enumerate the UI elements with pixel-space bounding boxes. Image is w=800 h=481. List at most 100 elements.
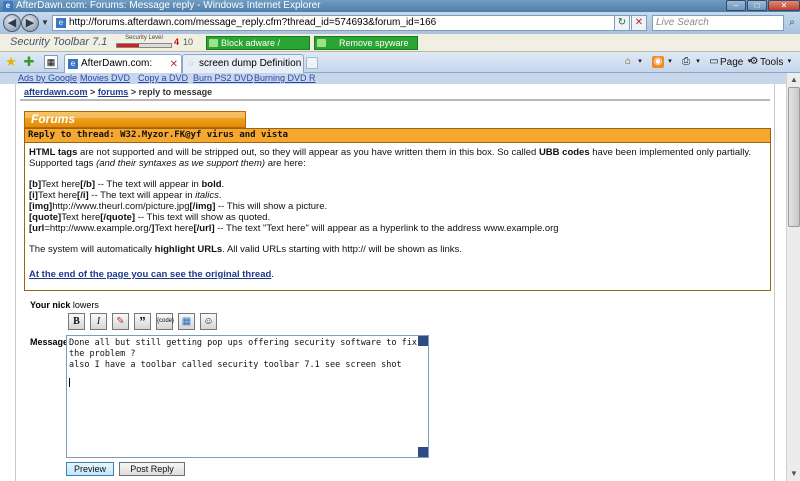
message-textarea[interactable]: Done all but still getting pop ups offer… <box>66 335 428 458</box>
breadcrumb-current: > reply to message <box>130 87 213 97</box>
page-viewport: Ads by Google Movies DVD Copy a DVD Burn… <box>0 73 786 481</box>
gear-icon: ⚙ <box>749 56 759 68</box>
shield-icon <box>209 39 218 47</box>
forums-section-tab: Forums <box>24 111 246 128</box>
remove-spyware-button[interactable]: Remove spyware <box>314 36 418 50</box>
scroll-down-arrow[interactable] <box>418 447 428 457</box>
remove-spyware-label: Remove spyware <box>339 38 409 48</box>
page-icon: e <box>56 18 66 28</box>
page-favicon: ◌ <box>188 59 194 68</box>
search-placeholder: Live Search <box>656 17 709 28</box>
page-scrollbar[interactable]: ▲ ▼ <box>786 73 800 481</box>
ad-link-burn-ps2[interactable]: Burn PS2 DVD <box>193 73 253 84</box>
scrollbar-thumb[interactable] <box>788 87 800 227</box>
tab-shine <box>25 112 245 118</box>
page-menu-icon: ▭ <box>709 56 719 68</box>
feeds-icon[interactable]: ◉ ▾ <box>652 56 676 70</box>
italic-button[interactable]: I <box>90 313 107 330</box>
tools-menu-label: Tools <box>760 57 784 68</box>
tab-afterdawn[interactable]: e AfterDawn.com: Forum... ✕ <box>64 54 182 86</box>
close-tab-icon[interactable]: ✕ <box>170 56 178 73</box>
quick-tabs-icon[interactable]: ▦ <box>44 55 58 69</box>
supported-text: Supported tags <box>29 158 94 169</box>
breadcrumb-forums-link[interactable]: forums <box>98 87 129 97</box>
tab-screen-dump[interactable]: ◌ screen dump Definition <box>182 54 304 73</box>
back-button[interactable]: ◀ <box>3 14 21 32</box>
nick-value: lowers <box>72 300 99 310</box>
supported-end-text: are here: <box>267 158 306 169</box>
ads-by-google-link[interactable]: Ads by Google <box>18 73 77 84</box>
ad-link-movies-dvd[interactable]: Movies DVD <box>80 73 130 84</box>
rule-url: [url=http://www.example.org/]Text here[/… <box>29 223 559 234</box>
rule-italic: [i]Text here[/i] -- The text will appear… <box>29 190 222 201</box>
new-tab-button[interactable] <box>306 57 318 69</box>
nick-row: Your nick lowers <box>30 300 99 310</box>
breadcrumb-divider <box>20 99 770 101</box>
ad-link-burning-dvd[interactable]: Burning DVD R <box>254 73 316 84</box>
stop-icon[interactable]: ✕ <box>631 15 647 31</box>
breadcrumb-separator: > <box>90 87 96 97</box>
post-reply-button[interactable]: Post Reply <box>119 462 185 476</box>
search-input[interactable]: Live Search <box>652 15 784 31</box>
intro-end-text: have been implemented only partially. <box>592 147 752 158</box>
text-caret <box>69 378 70 387</box>
ubb-rules-list: [b]Text here[/b] -- The text will appear… <box>29 179 766 234</box>
nick-label: Your nick <box>30 300 71 310</box>
security-level-max: 10 <box>183 37 194 47</box>
page-frame: afterdawn.com > forums > reply to messag… <box>15 84 775 481</box>
scroll-up-arrow-icon[interactable]: ▲ <box>787 73 800 87</box>
minimize-button[interactable]: – <box>726 0 746 11</box>
refresh-icon[interactable]: ↻ <box>614 15 630 31</box>
ubb-info-box: HTML tags are not supported and will be … <box>24 143 771 291</box>
forward-button[interactable]: ▶ <box>21 14 39 32</box>
print-icon[interactable]: ⎙ ▾ <box>680 56 704 70</box>
security-level-bar <box>116 43 172 48</box>
reply-thread-header: Reply to thread: W32.Myzor.FK@yf virus a… <box>24 128 771 143</box>
afterdawn-favicon: e <box>68 59 78 69</box>
address-url-text: http://forums.afterdawn.com/message_repl… <box>69 17 437 28</box>
intro-paragraph: HTML tags are not supported and will be … <box>29 147 766 169</box>
smiley-button[interactable]: ☺ <box>200 313 217 330</box>
address-input[interactable]: e http://forums.afterdawn.com/message_re… <box>52 15 644 31</box>
security-level-label: Security Level <box>125 35 163 41</box>
scroll-up-arrow[interactable] <box>418 336 428 346</box>
close-button[interactable]: ✕ <box>768 0 800 11</box>
image-button[interactable]: ▦ <box>178 313 195 330</box>
message-scrollbar[interactable] <box>418 335 429 458</box>
rule-quote: [quote]Text here[/quote] -- This text wi… <box>29 212 271 223</box>
breadcrumb: afterdawn.com > forums > reply to messag… <box>24 87 212 97</box>
address-toolbar: ◀ ▶ ▼ e http://forums.afterdawn.com/mess… <box>0 12 800 34</box>
rule-image: [img]http://www.theurl.com/picture.jpg[/… <box>29 201 328 212</box>
auto-url-paragraph: The system will automatically highlight … <box>29 244 462 255</box>
message-label: Message <box>30 337 69 347</box>
scroll-down-arrow-icon[interactable]: ▼ <box>787 467 800 481</box>
original-thread-period: . <box>271 269 274 280</box>
code-button[interactable]: {code} <box>156 313 174 330</box>
tab-label: screen dump Definition <box>199 58 302 69</box>
breadcrumb-home-link[interactable]: afterdawn.com <box>24 87 88 97</box>
original-thread-link[interactable]: At the end of the page you can see the o… <box>29 269 271 280</box>
history-dropdown-icon[interactable]: ▼ <box>41 18 49 27</box>
tools-menu[interactable]: ⚙ Tools ▾ <box>748 56 795 70</box>
security-level-fill <box>117 44 139 47</box>
ad-link-copy-dvd[interactable]: Copy a DVD <box>138 73 188 84</box>
link-button[interactable]: ✎ <box>112 313 129 330</box>
favorites-star-icon[interactable]: ★ <box>4 55 18 69</box>
window-title-bar: e AfterDawn.com: Forums: Message reply -… <box>0 0 800 12</box>
search-icon[interactable]: ⌕ <box>785 15 799 31</box>
security-level-meter: Security Level <box>116 35 172 50</box>
rule-bold: [b]Text here[/b] -- The text will appear… <box>29 179 225 190</box>
google-ads-bar: Ads by Google Movies DVD Copy a DVD Burn… <box>0 73 786 84</box>
original-thread-paragraph: At the end of the page you can see the o… <box>29 269 766 280</box>
html-tags-text: HTML tags <box>29 147 78 158</box>
maximize-button[interactable]: □ <box>747 0 767 11</box>
bold-button[interactable]: B <box>68 313 85 330</box>
ubb-codes-text: UBB codes <box>538 147 590 158</box>
home-icon[interactable]: ⌂ ▾ <box>622 56 646 70</box>
intro-text: are not supported and will be stripped o… <box>80 147 537 158</box>
add-favorites-icon[interactable]: ✚ <box>22 55 36 69</box>
preview-button[interactable]: Preview <box>66 462 114 476</box>
quote-button[interactable]: ” <box>134 313 151 330</box>
page-menu-label: Page <box>720 57 744 68</box>
block-adware-button[interactable]: Block adware / popups <box>206 36 310 60</box>
